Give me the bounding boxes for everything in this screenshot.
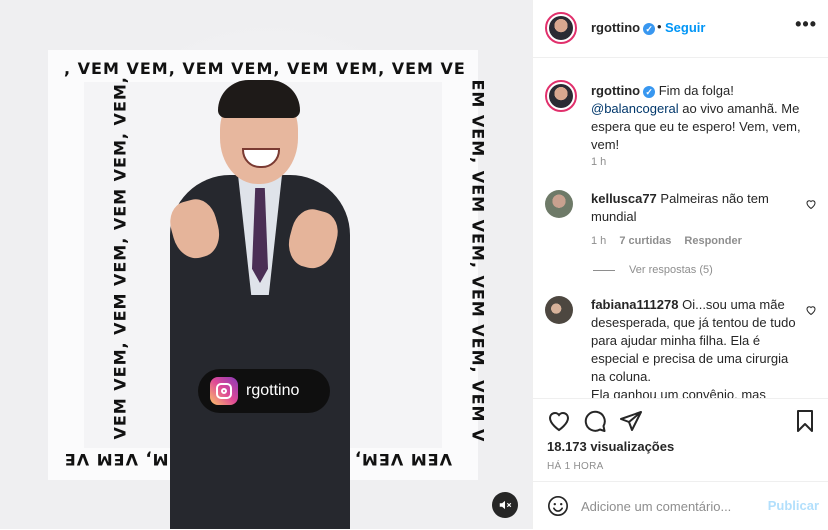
list-item: fabiana111278 Oi...sou uma mãe desespera…: [545, 296, 817, 398]
comment-icon[interactable]: [583, 409, 607, 433]
presenter-photo: [150, 80, 370, 529]
comment-username[interactable]: kellusca77: [591, 191, 657, 206]
post-details-panel: rgottino ✓ • Seguir ••• rgottino ✓ Fim da …: [532, 0, 828, 529]
post-timestamp: HÁ 1 HORA: [547, 461, 604, 472]
caption-text-start: Fim da folga!: [658, 83, 734, 98]
more-options-icon[interactable]: •••: [795, 14, 817, 35]
heart-icon[interactable]: [805, 304, 817, 316]
ig-tag-handle: rgottino: [246, 382, 300, 399]
share-paper-plane-icon[interactable]: [619, 409, 643, 433]
follow-button[interactable]: Seguir: [665, 20, 705, 35]
verified-badge-icon: ✓: [643, 22, 656, 35]
speaker-muted-icon: [499, 500, 512, 510]
comment-body-cont: Ela ganhou um convênio, mas: [591, 387, 766, 398]
avatar[interactable]: [545, 296, 573, 324]
banner-text-left: VEM VEM, VEM VEM, VEM VEM, VEM,: [110, 76, 130, 440]
mention-link[interactable]: @balancogeral: [591, 101, 679, 116]
separator-dot: •: [657, 19, 662, 34]
comment-time[interactable]: 1 h: [591, 235, 606, 247]
view-replies-button[interactable]: Ver respostas (5): [593, 264, 713, 276]
caption-username[interactable]: rgottino ✓: [591, 83, 656, 98]
avatar[interactable]: [545, 80, 577, 112]
caption-text: rgottino ✓ Fim da folga! @balancogeral ao…: [591, 82, 801, 154]
comment-username[interactable]: fabiana111278: [591, 297, 678, 312]
view-count[interactable]: 18.173 visualizações: [547, 439, 674, 454]
publish-button[interactable]: Publicar: [768, 498, 819, 513]
add-comment-bar: Publicar: [533, 481, 828, 530]
post-header: rgottino ✓ • Seguir •••: [533, 0, 828, 58]
comment-meta: 1 h 7 curtidas Responder: [591, 235, 752, 247]
caption: rgottino ✓ Fim da folga! @balancogeral ao…: [545, 80, 817, 180]
list-item: kellusca77 Palmeiras não tem mundial 1 h…: [545, 190, 817, 280]
post-actions: 18.173 visualizações HÁ 1 HORA Publicar: [533, 398, 828, 529]
post-media[interactable]: , VEM VEM, VEM VEM, VEM VEM, VEM VE VEM …: [0, 0, 532, 529]
save-bookmark-icon[interactable]: [793, 409, 817, 433]
instagram-handle-tag: rgottino: [198, 369, 330, 413]
banner-text-right: EM VEM, VEM VEM, VEM VEM, VEM V: [468, 79, 488, 443]
emoji-icon[interactable]: [547, 495, 569, 517]
caption-meta: 1 h: [591, 156, 616, 168]
comment-input[interactable]: [581, 496, 761, 516]
mute-button[interactable]: [492, 492, 518, 518]
view-replies-label: Ver respostas (5): [629, 264, 713, 276]
like-heart-icon[interactable]: [547, 409, 571, 433]
avatar[interactable]: [545, 190, 573, 218]
header-username[interactable]: rgottino ✓: [591, 20, 656, 35]
verified-badge-icon: ✓: [643, 85, 656, 98]
caption-time[interactable]: 1 h: [591, 156, 606, 168]
instagram-logo-icon: [210, 377, 238, 405]
comment-text: fabiana111278 Oi...sou uma mãe desespera…: [591, 296, 801, 398]
banner-text-top: , VEM VEM, VEM VEM, VEM VEM, VEM VE: [64, 59, 466, 78]
comments-list[interactable]: rgottino ✓ Fim da folga! @balancogeral ao…: [533, 58, 828, 398]
comment-likes[interactable]: 7 curtidas: [619, 235, 671, 247]
comment-text: kellusca77 Palmeiras não tem mundial: [591, 190, 801, 226]
hair: [218, 80, 300, 118]
avatar[interactable]: [545, 12, 577, 44]
reply-button[interactable]: Responder: [684, 235, 741, 247]
heart-icon[interactable]: [805, 198, 817, 210]
